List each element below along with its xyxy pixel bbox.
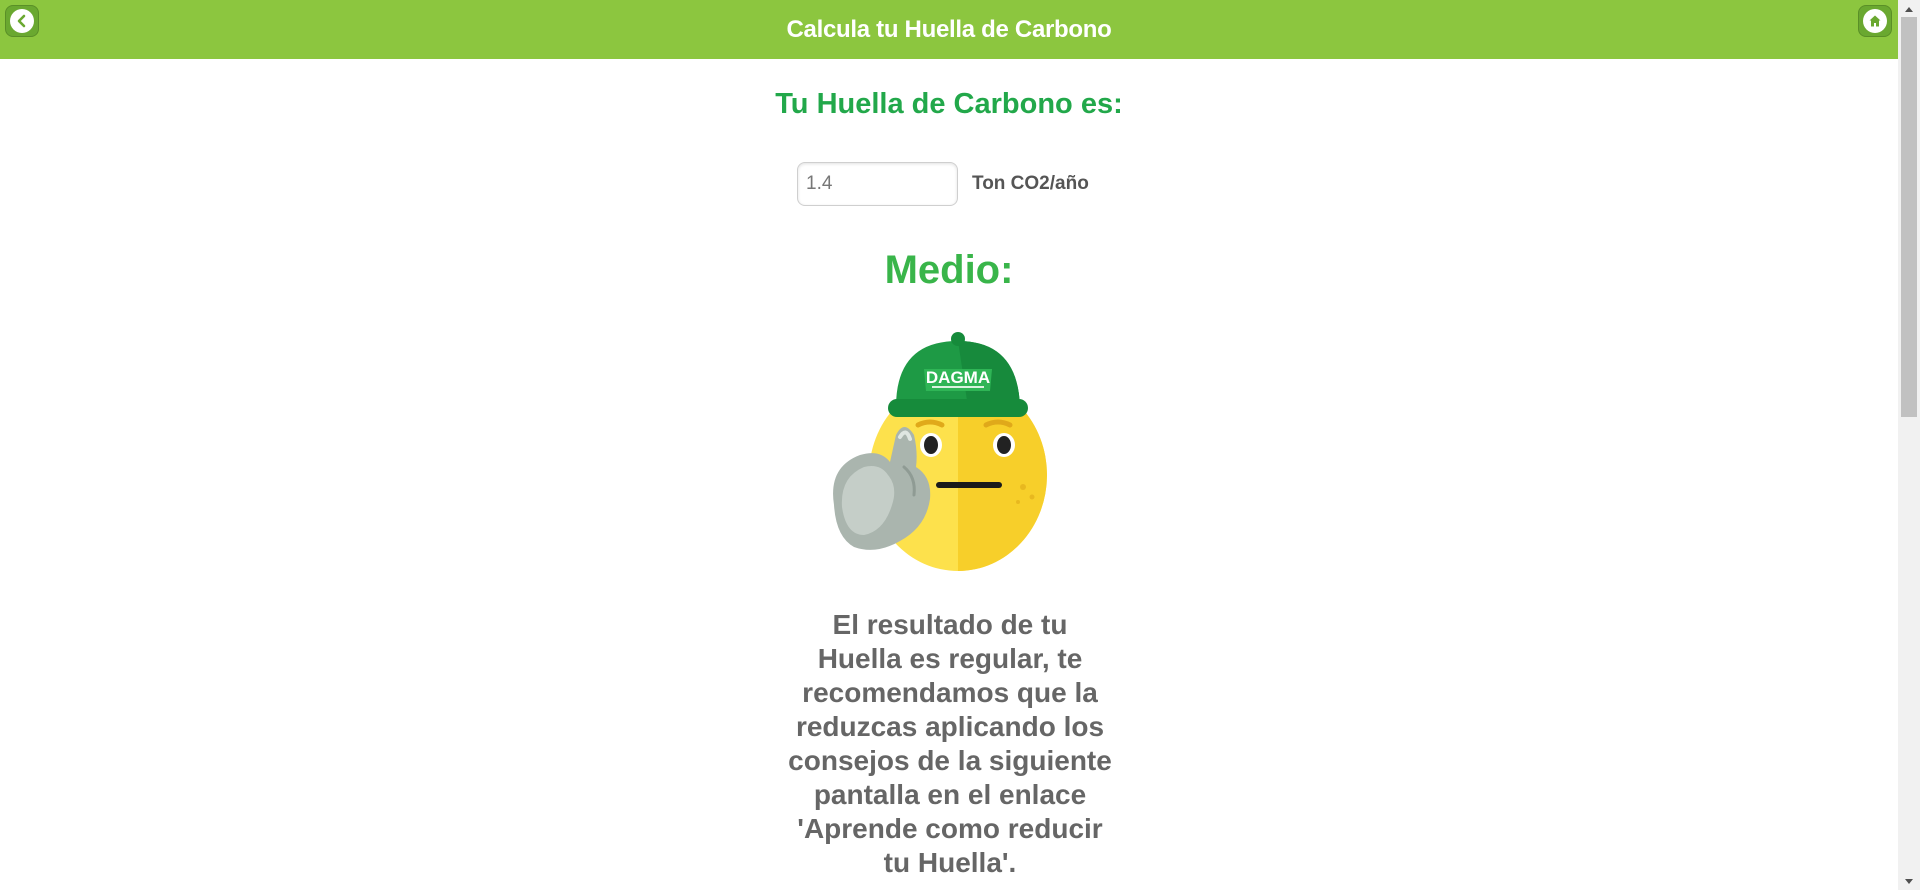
cap-logo-text: DAGMA (926, 368, 990, 387)
scroll-up-arrow-icon[interactable] (1898, 0, 1920, 17)
scroll-down-arrow-icon[interactable] (1898, 873, 1920, 890)
scrollbar-thumb[interactable] (1901, 17, 1917, 417)
result-heading: Tu Huella de Carbono es: (775, 88, 1123, 120)
home-icon (1863, 9, 1887, 33)
app-title: Calcula tu Huella de Carbono (786, 16, 1112, 43)
footprint-level-label: Medio: (884, 248, 1014, 292)
mascot-neutral-face-image: DAGMA (818, 327, 1080, 577)
page: Calcula tu Huella de Carbono Tu Huella d… (0, 0, 1920, 890)
vertical-scrollbar[interactable] (1898, 0, 1920, 890)
chevron-left-icon (10, 9, 34, 33)
app-header: Calcula tu Huella de Carbono (0, 0, 1898, 59)
back-button[interactable] (5, 5, 39, 37)
home-button[interactable] (1858, 5, 1892, 37)
result-message: El resultado de tu Huella es regular, te… (788, 609, 1112, 878)
unit-label: Ton CO2/año (972, 173, 1089, 194)
footprint-value-field[interactable] (797, 162, 958, 206)
footprint-value-row: Ton CO2/año (797, 162, 1089, 206)
